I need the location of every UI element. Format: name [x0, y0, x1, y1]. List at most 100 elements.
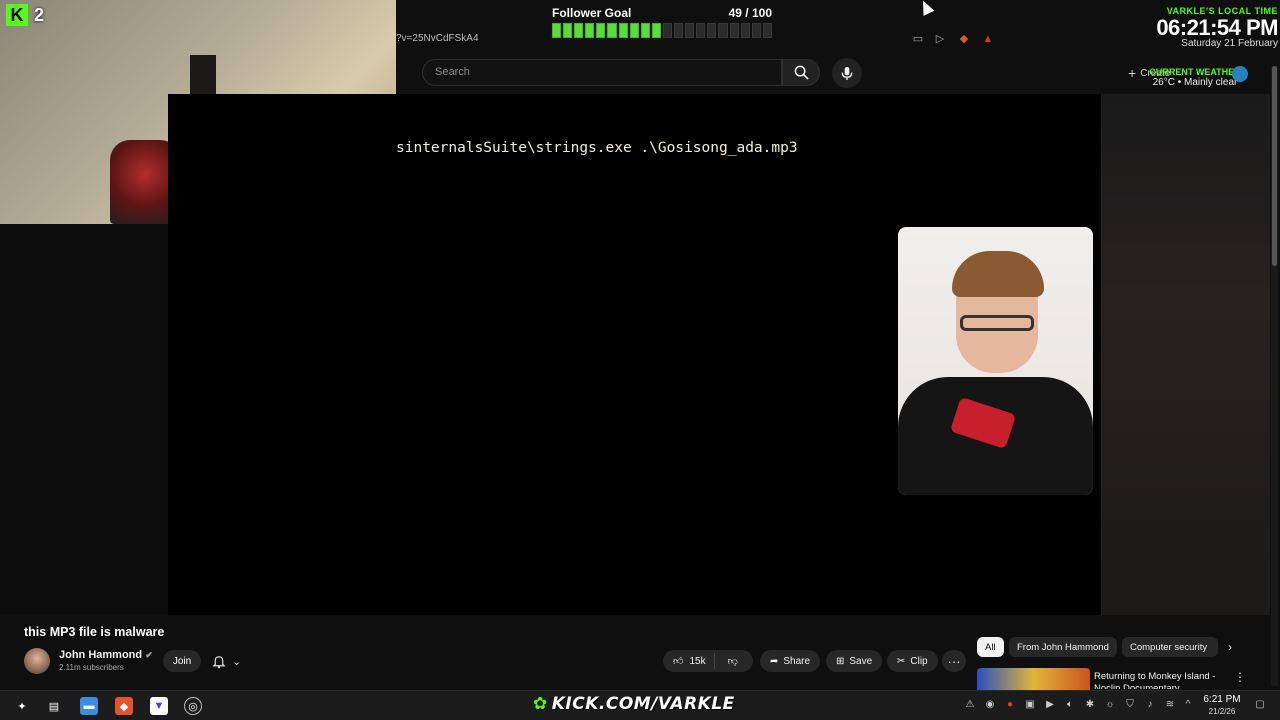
page-scrollbar[interactable] [1271, 66, 1278, 686]
thumbs-down-icon: 👎︎ [727, 656, 738, 667]
clip-button[interactable]: ✂ Clip [887, 650, 938, 672]
follower-goal-title: Follower Goal [552, 6, 632, 20]
chip-computer-security[interactable]: Computer security [1122, 637, 1218, 657]
play-icon[interactable]: ▷ [933, 32, 947, 46]
shield-tray-icon[interactable]: ⛉ [1124, 699, 1136, 711]
chevron-down-icon: ⌄ [232, 655, 242, 668]
voice-search-button[interactable] [832, 58, 862, 88]
like-count: 15k [689, 655, 706, 667]
file-explorer-icon[interactable]: ▬ [80, 697, 98, 715]
webcam-background [0, 224, 168, 615]
recording-tray-icon[interactable]: ● [1004, 699, 1016, 711]
vpn-tray-icon[interactable]: ◉ [984, 699, 996, 711]
follower-goal-segment [707, 23, 717, 38]
recommendation-menu-icon[interactable]: ⋮ [1234, 670, 1246, 684]
follower-goal-count: 49 / 100 [728, 6, 772, 20]
scrollbar-thumb[interactable] [1272, 66, 1277, 266]
follower-goal-segment [685, 23, 695, 38]
video-title: this MP3 file is malware [24, 625, 165, 639]
chip-from-channel[interactable]: From John Hammond [1009, 637, 1117, 657]
share-icon: ➦ [770, 655, 779, 667]
wifi-tray-icon[interactable]: ≋ [1164, 699, 1176, 711]
terminal-command-text: sinternalsSuite\strings.exe .\Gosisong_a… [396, 140, 798, 156]
chevron-up-icon[interactable]: ^ [1182, 699, 1194, 711]
thumbs-up-icon: 👍︎ [673, 656, 684, 667]
follower-goal-segment [574, 23, 584, 38]
channel-name-text[interactable]: John Hammond [59, 649, 142, 661]
follower-goal-segment [751, 23, 761, 38]
chip-all[interactable]: All [977, 637, 1004, 657]
taskbar: ✦ ▤ ▬ ◆ ▼ ◎ ✿ KICK.COM/VARKLE ⚠ ◉ ● ▣ ▶ 🔈… [0, 690, 1280, 720]
save-button[interactable]: ⊞ Save [826, 650, 883, 672]
presenter-facecam [898, 227, 1093, 495]
start-icon[interactable]: ✦ [13, 697, 31, 715]
search-box [422, 59, 782, 86]
chevron-right-icon[interactable]: › [1222, 639, 1238, 655]
local-date-value: Saturday 21 February [1181, 38, 1278, 49]
obs-icon[interactable]: ◎ [184, 697, 202, 715]
share-button[interactable]: ➦ Share [760, 650, 821, 672]
notification-tray-icon[interactable]: ⚠ [964, 699, 976, 711]
search-input[interactable] [435, 66, 765, 78]
brightness-tray-icon[interactable]: ☼ [1104, 699, 1116, 711]
more-icon: ··· [947, 653, 961, 669]
follower-goal-segment [662, 23, 673, 38]
show-desktop-icon[interactable]: ▢ [1254, 699, 1266, 711]
follower-goal-segment [718, 23, 728, 38]
system-date: 21/2/26 [1208, 707, 1236, 716]
proton-vpn-icon[interactable]: ▼ [150, 697, 168, 715]
media-tray-icon[interactable]: ▶ [1044, 699, 1056, 711]
channel-avatar[interactable] [24, 648, 50, 674]
system-clock[interactable]: 6:21 PM 21/2/26 [1196, 694, 1248, 718]
recommendation-title[interactable]: Returning to Monkey Island - Noclip Docu… [1094, 671, 1224, 689]
extension-icon[interactable]: ▲ [981, 32, 995, 46]
follower-goal-segment [674, 23, 684, 38]
clip-label: Clip [910, 655, 928, 667]
follower-goal-segment [607, 23, 617, 38]
local-time-value: 06:21:54 PM [1156, 15, 1278, 40]
verified-icon: ✔ [145, 650, 153, 660]
mic-tray-icon[interactable]: ♪ [1144, 699, 1156, 711]
follower-goal-segment [563, 23, 573, 38]
presenter-glasses [960, 315, 1034, 331]
dislike-button[interactable]: 👎︎ [720, 655, 746, 667]
follower-goal-segment [762, 23, 772, 38]
more-actions-button[interactable]: ··· [942, 650, 966, 672]
kick-viewer-badge: K 2 [6, 4, 44, 26]
bluetooth-tray-icon[interactable]: ✱ [1084, 699, 1096, 711]
cannabis-leaf-icon: ✿ [533, 694, 548, 714]
like-dislike-group: 👍︎ 15k 👎︎ [663, 650, 753, 672]
brave-shield-icon[interactable]: ◆ [957, 32, 971, 46]
follower-goal-segment [618, 23, 628, 38]
clipboard-tray-icon[interactable]: ▣ [1024, 699, 1036, 711]
follower-goal-segment [696, 23, 706, 38]
mouse-cursor-icon [917, 0, 935, 16]
subscriber-count: 2.11m subscribers [59, 663, 124, 672]
plus-icon: + [1128, 65, 1137, 81]
follower-goal-segment [729, 23, 739, 38]
task-view-icon[interactable]: ▤ [45, 697, 63, 715]
share-label: Share [783, 655, 811, 667]
notifications-button[interactable]: ⌄ [212, 650, 256, 672]
search-button[interactable] [782, 59, 820, 86]
follower-goal-widget: Follower Goal 49 / 100 [550, 4, 774, 40]
recommendation-thumbnail[interactable] [977, 668, 1090, 690]
join-button[interactable]: Join [163, 650, 201, 672]
kick-url-banner: ✿ KICK.COM/VARKLE [533, 694, 735, 714]
scissors-icon: ✂ [897, 655, 906, 667]
follower-goal-segment [596, 23, 606, 38]
channel-name[interactable]: John Hammond ✔ [59, 649, 153, 661]
account-avatar[interactable] [1232, 66, 1248, 82]
save-label: Save [849, 655, 873, 667]
follower-goal-segment [651, 23, 661, 38]
save-icon: ⊞ [836, 655, 845, 667]
follower-goal-segment [629, 23, 639, 38]
kick-logo-icon: K [6, 4, 28, 26]
kick-viewer-count: 2 [34, 4, 45, 25]
cast-icon[interactable]: ▭ [911, 32, 925, 46]
like-button[interactable]: 👍︎ 15k [663, 653, 715, 669]
url-text[interactable]: ?v=25NvCdFSkA4 [396, 33, 479, 44]
volume-tray-icon[interactable]: 🔈︎ [1064, 699, 1076, 711]
brave-browser-icon[interactable]: ◆ [115, 697, 133, 715]
follower-goal-segment [740, 23, 750, 38]
